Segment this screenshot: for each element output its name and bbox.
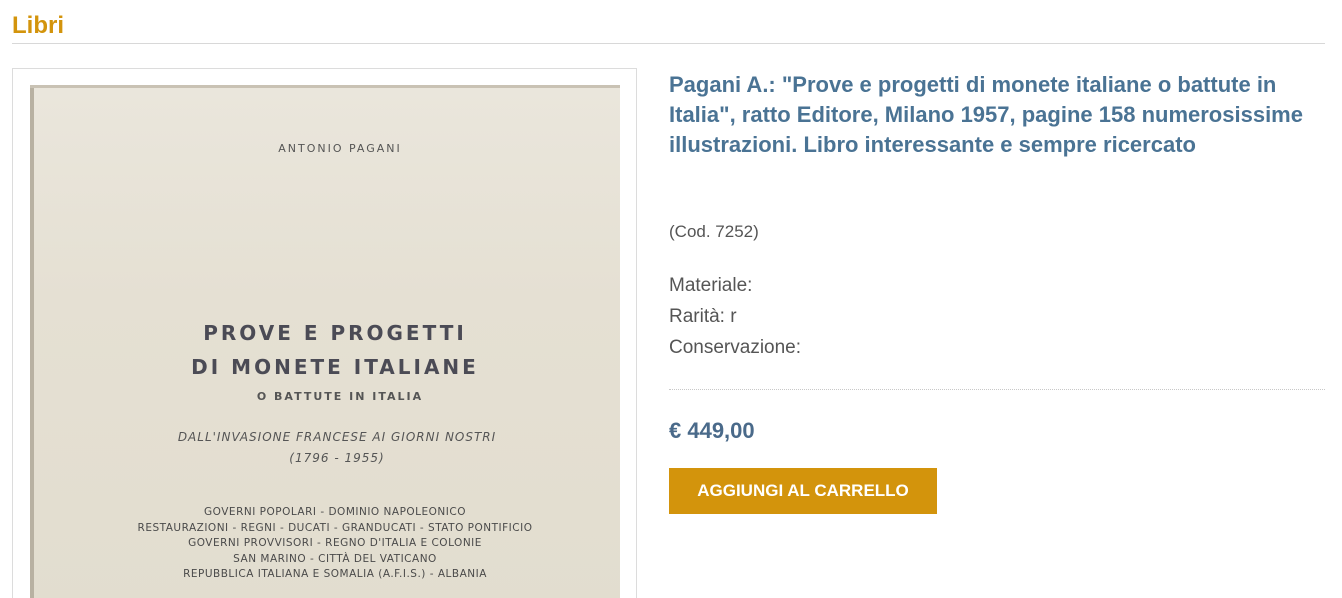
product-image-frame[interactable]: ANTONIO PAGANI PROVE E PROGETTI DI MONET… [12,68,637,598]
details-divider [669,389,1325,390]
cover-title-line1: PROVE E PROGETTI [203,321,467,345]
attribute-materiale: Materiale: [669,275,753,296]
cover-title-line2: DI MONETE ITALIANE [191,355,479,379]
cover-edge [30,85,34,598]
cover-contents-list: GOVERNI POPOLARI - DOMINIO NAPOLEONICO R… [40,505,620,583]
cover-period: DALL'INVASIONE FRANCESE AI GIORNI NOSTRI [177,430,497,444]
section-divider [12,43,1325,44]
product-title: Pagani A.: "Prove e progetti di monete i… [669,72,1303,157]
cover-author: ANTONIO PAGANI [278,142,402,155]
section-title: Libri [12,12,64,39]
product-attributes: Materiale: Rarità: r Conservazione: [669,270,801,363]
cover-list-item: REPUBBLICA ITALIANA E SOMALIA (A.F.I.S.)… [183,568,487,580]
book-cover-image[interactable]: ANTONIO PAGANI PROVE E PROGETTI DI MONET… [30,85,620,598]
cover-top-edge [30,85,620,88]
cover-years: (1796 - 1955) [289,451,385,465]
cover-list-item: RESTAURAZIONI - REGNI - DUCATI - GRANDUC… [137,521,533,534]
add-to-cart-button[interactable]: AGGIUNGI AL CARRELLO [669,468,937,514]
cover-list-item: SAN MARINO - CITTÀ DEL VATICANO [233,552,437,565]
cover-list-item: GOVERNI POPOLARI - DOMINIO NAPOLEONICO [204,506,466,518]
product-code: (Cod. 7252) [669,222,759,241]
attribute-conservazione: Conservazione: [669,337,802,358]
product-price: € 449,00 [669,418,755,443]
cover-subtitle: O BATTUTE IN ITALIA [256,390,424,403]
attribute-rarita: Rarità: r [669,306,737,327]
cover-list-item: GOVERNI PROVVISORI - REGNO D'ITALIA E CO… [188,537,482,549]
